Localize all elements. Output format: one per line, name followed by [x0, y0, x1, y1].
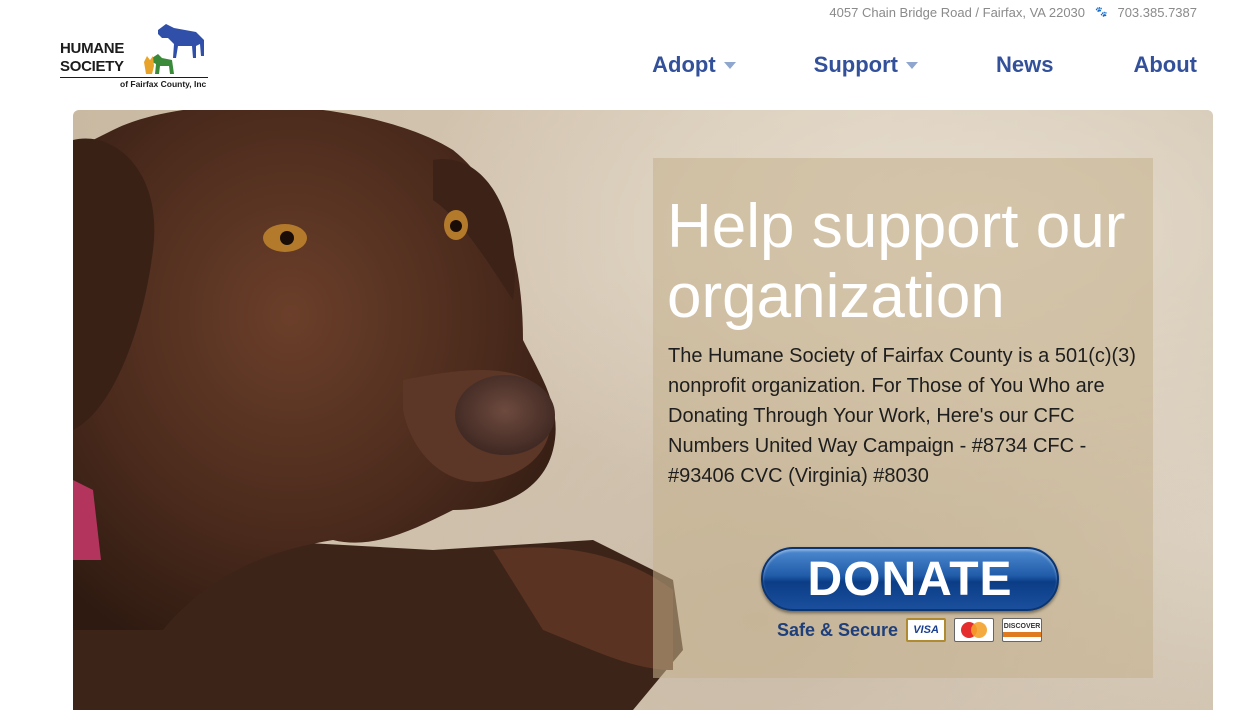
hero-title: Help support our organization [667, 192, 1126, 331]
paw-icon: 🐾 [1095, 7, 1108, 18]
discover-card-icon: DISCOVER [1002, 618, 1043, 642]
discover-bar [1003, 632, 1042, 637]
safe-secure-label: Safe & Secure [777, 619, 899, 640]
main-nav: Adopt Support News About [652, 52, 1197, 78]
nav-adopt-label: Adopt [652, 52, 716, 77]
hero-description: The Humane Society of Fairfax County is … [668, 345, 1136, 487]
payment-methods: Safe & Secure VISA DISCOVER [777, 618, 1043, 642]
nav-about-label: About [1133, 52, 1197, 77]
logo-subtitle: of Fairfax County, Inc [120, 79, 207, 89]
donate-button[interactable]: DONATE [761, 547, 1059, 611]
phone-text[interactable]: 703.385.7387 [1117, 5, 1197, 20]
dog-photo [73, 110, 683, 710]
discover-label: DISCOVER [1003, 623, 1041, 630]
nav-support-label: Support [813, 52, 898, 77]
nav-news-label: News [995, 52, 1054, 77]
address-text: 4057 Chain Bridge Road / Fairfax, VA 220… [829, 5, 1086, 20]
nav-support[interactable]: Support [814, 52, 918, 78]
visa-card-icon: VISA [906, 618, 947, 642]
logo-word-society: SOCIETY [60, 58, 124, 75]
contact-bar: 4057 Chain Bridge Road / Fairfax, VA 220… [829, 5, 1197, 20]
site-logo[interactable]: HUMANE SOCIETY of Fairfax County, Inc [58, 22, 218, 94]
nav-news[interactable]: News [996, 52, 1053, 78]
nav-about[interactable]: About [1133, 52, 1197, 78]
chevron-down-icon [905, 61, 918, 69]
animals-logo-icon [144, 24, 204, 74]
hero-banner: Help support our organization The Humane… [73, 110, 1213, 710]
chevron-down-icon [723, 61, 736, 69]
nav-adopt[interactable]: Adopt [652, 52, 736, 78]
mastercard-icon [954, 618, 995, 642]
logo-divider [60, 77, 208, 78]
logo-word-humane: HUMANE [60, 40, 125, 57]
